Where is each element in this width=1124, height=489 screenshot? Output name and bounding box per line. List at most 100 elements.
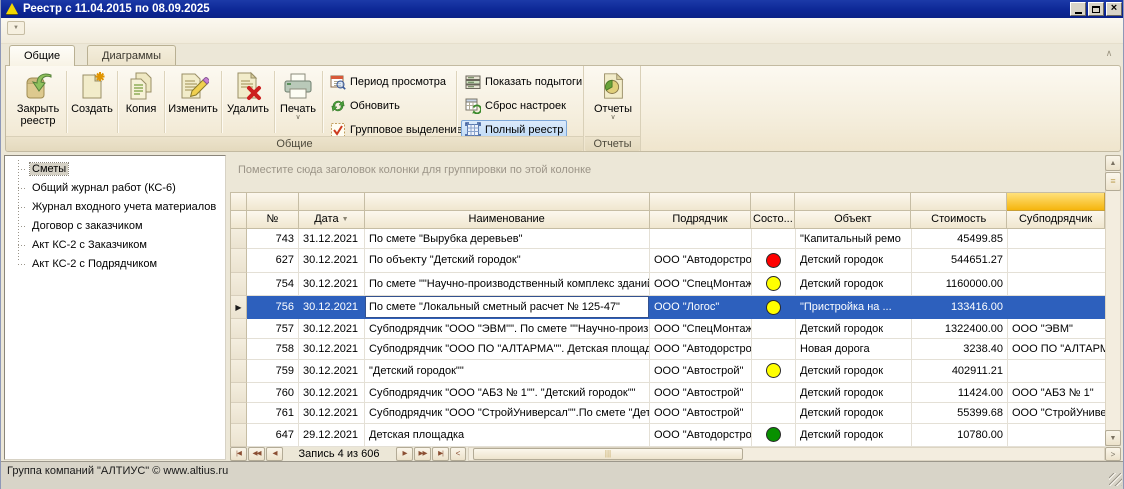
row-indicator-cell[interactable] bbox=[231, 383, 247, 403]
table-row[interactable]: 75930.12.2021"Детский городок""ООО "Авто… bbox=[231, 360, 1105, 383]
cell-object[interactable]: Детский городок bbox=[796, 249, 912, 272]
edit-button[interactable]: Изменить bbox=[167, 69, 219, 135]
cell-name[interactable]: По смете "Вырубка деревьев" bbox=[365, 229, 650, 249]
cell-sub[interactable] bbox=[1008, 273, 1106, 296]
table-row[interactable]: 76030.12.2021Субподрядчик "ООО "АБЗ № 1"… bbox=[231, 383, 1105, 403]
cell-cost[interactable]: 544651.27 bbox=[912, 249, 1008, 272]
row-indicator-cell[interactable]: ▶ bbox=[231, 296, 247, 319]
table-row[interactable]: 75830.12.2021Субподрядчик "ООО ПО "АЛТАР… bbox=[231, 339, 1105, 359]
cell-name[interactable]: "Детский городок"" bbox=[365, 360, 650, 383]
row-indicator-cell[interactable] bbox=[231, 339, 247, 359]
reports-button[interactable]: Отчеты ∨ bbox=[591, 69, 635, 135]
cell-cost[interactable]: 55399.68 bbox=[912, 403, 1008, 423]
sidebar-item[interactable]: Журнал входного учета материалов bbox=[5, 198, 225, 217]
cell-status[interactable] bbox=[752, 229, 796, 249]
cell-sub[interactable] bbox=[1008, 424, 1106, 447]
vertical-scrollbar-thumb[interactable]: ≡ bbox=[1105, 172, 1121, 191]
column-header-date[interactable]: Дата▼ bbox=[299, 211, 365, 229]
cell-contractor[interactable]: ООО "Автострой" bbox=[650, 403, 752, 423]
cell-cost[interactable]: 1160000.00 bbox=[912, 273, 1008, 296]
cell-date[interactable]: 30.12.2021 bbox=[299, 273, 365, 296]
cell-num[interactable]: 743 bbox=[247, 229, 299, 249]
table-row[interactable]: 64729.12.2021Детская площадкаООО "Автодо… bbox=[231, 424, 1105, 447]
cell-name[interactable]: Субподрядчик "ООО "СтройУниверсал"".По с… bbox=[365, 403, 650, 423]
cell-num[interactable]: 757 bbox=[247, 319, 299, 339]
cell-status[interactable] bbox=[752, 249, 796, 272]
table-row[interactable]: ▶75630.12.2021По смете "Локальный сметны… bbox=[231, 296, 1105, 319]
copy-button[interactable]: Копия bbox=[120, 69, 162, 135]
cell-name[interactable]: По объекту "Детский городок" bbox=[365, 249, 650, 272]
cell-contractor[interactable]: ООО "СпецМонтаж bbox=[650, 319, 752, 339]
cell-contractor[interactable]: ООО "СпецМонтаж bbox=[650, 273, 752, 296]
row-indicator-cell[interactable] bbox=[231, 229, 247, 249]
cell-contractor[interactable]: ООО "Автострой" bbox=[650, 383, 752, 403]
cell-status[interactable] bbox=[752, 383, 796, 403]
nav-first-button[interactable]: |◀ bbox=[230, 447, 247, 461]
sidebar-item[interactable]: Сметы bbox=[5, 160, 225, 179]
nav-next-page-button[interactable]: ▶▶ bbox=[414, 447, 431, 461]
sidebar-item[interactable]: Договор с заказчиком bbox=[5, 217, 225, 236]
tab-diagrammy[interactable]: Диаграммы bbox=[87, 45, 176, 66]
sidebar-item[interactable]: Акт КС-2 с Заказчиком bbox=[5, 236, 225, 255]
horizontal-scrollbar[interactable]: ||| bbox=[468, 447, 1105, 461]
cell-date[interactable]: 30.12.2021 bbox=[299, 339, 365, 359]
cell-name[interactable]: Субподрядчик "ООО "ЭВМ"". По смете ""Нау… bbox=[365, 319, 650, 339]
cell-contractor[interactable]: ООО "Логос" bbox=[650, 296, 752, 319]
cell-name[interactable]: По смете ""Научно-производственный компл… bbox=[365, 273, 650, 296]
cell-num[interactable]: 759 bbox=[247, 360, 299, 383]
cell-status[interactable] bbox=[752, 360, 796, 383]
cell-object[interactable]: Детский городок bbox=[796, 360, 912, 383]
refresh-button[interactable]: Обновить bbox=[326, 96, 404, 116]
cell-date[interactable]: 30.12.2021 bbox=[299, 383, 365, 403]
table-row[interactable]: 74331.12.2021По смете "Вырубка деревьев"… bbox=[231, 229, 1105, 249]
close-register-button[interactable]: Закрыть реестр bbox=[12, 69, 64, 135]
cell-status[interactable] bbox=[752, 319, 796, 339]
nav-last-button[interactable]: ▶| bbox=[432, 447, 449, 461]
cell-date[interactable]: 30.12.2021 bbox=[299, 296, 365, 319]
cell-object[interactable]: "Капитальный ремо bbox=[796, 229, 912, 249]
table-row[interactable]: 62730.12.2021По объекту "Детский городок… bbox=[231, 249, 1105, 272]
cell-sub[interactable]: ООО "АБЗ № 1" bbox=[1008, 383, 1106, 403]
nav-prior-page-button[interactable]: ◀◀ bbox=[248, 447, 265, 461]
row-indicator-cell[interactable] bbox=[231, 319, 247, 339]
cell-cost[interactable]: 1322400.00 bbox=[912, 319, 1008, 339]
tab-obshchie[interactable]: Общие bbox=[9, 45, 75, 66]
cell-cost[interactable]: 3238.40 bbox=[912, 339, 1008, 359]
row-indicator-cell[interactable] bbox=[231, 360, 247, 383]
cell-contractor[interactable] bbox=[650, 229, 752, 249]
cell-sub[interactable] bbox=[1008, 249, 1106, 272]
cell-date[interactable]: 30.12.2021 bbox=[299, 249, 365, 272]
cell-date[interactable]: 30.12.2021 bbox=[299, 319, 365, 339]
cell-contractor[interactable]: ООО "Автодорстро bbox=[650, 339, 752, 359]
column-header-num[interactable]: № bbox=[247, 211, 299, 229]
view-period-button[interactable]: Период просмотра bbox=[326, 72, 450, 92]
cell-status[interactable] bbox=[752, 296, 796, 319]
cell-cost[interactable]: 133416.00 bbox=[912, 296, 1008, 319]
cell-date[interactable]: 30.12.2021 bbox=[299, 360, 365, 383]
close-button[interactable]: × bbox=[1106, 2, 1122, 16]
cell-name[interactable]: По смете "Локальный сметный расчет № 125… bbox=[365, 296, 650, 319]
table-row[interactable]: 75730.12.2021Субподрядчик "ООО "ЭВМ"". П… bbox=[231, 319, 1105, 339]
column-header-object[interactable]: Объект bbox=[795, 211, 911, 229]
column-header-sub[interactable]: Субподрядчик bbox=[1007, 211, 1105, 229]
ribbon-collapse-button[interactable]: ∧ bbox=[1101, 47, 1117, 61]
cell-sub[interactable] bbox=[1008, 360, 1106, 383]
reset-settings-button[interactable]: Сброс настроек bbox=[461, 96, 570, 116]
cell-object[interactable]: Детский городок bbox=[796, 273, 912, 296]
cell-contractor[interactable]: ООО "Автострой" bbox=[650, 360, 752, 383]
cell-status[interactable] bbox=[752, 339, 796, 359]
cell-cost[interactable]: 10780.00 bbox=[912, 424, 1008, 447]
cell-object[interactable]: Детский городок bbox=[796, 403, 912, 423]
delete-button[interactable]: Удалить bbox=[224, 69, 272, 135]
sidebar-item[interactable]: Акт КС-2 с Подрядчиком bbox=[5, 255, 225, 274]
vscroll-down-button[interactable]: ▼ bbox=[1105, 430, 1121, 446]
cell-object[interactable]: Детский городок bbox=[796, 319, 912, 339]
cell-status[interactable] bbox=[752, 403, 796, 423]
column-header-name[interactable]: Наименование bbox=[365, 211, 650, 229]
qat-customize-button[interactable]: ▼ bbox=[7, 21, 25, 35]
row-indicator-cell[interactable] bbox=[231, 249, 247, 272]
cell-cost[interactable]: 11424.00 bbox=[912, 383, 1008, 403]
cell-num[interactable]: 627 bbox=[247, 249, 299, 272]
column-header-status[interactable]: Состо... bbox=[751, 211, 795, 229]
column-header-cost[interactable]: Стоимость bbox=[911, 211, 1007, 229]
